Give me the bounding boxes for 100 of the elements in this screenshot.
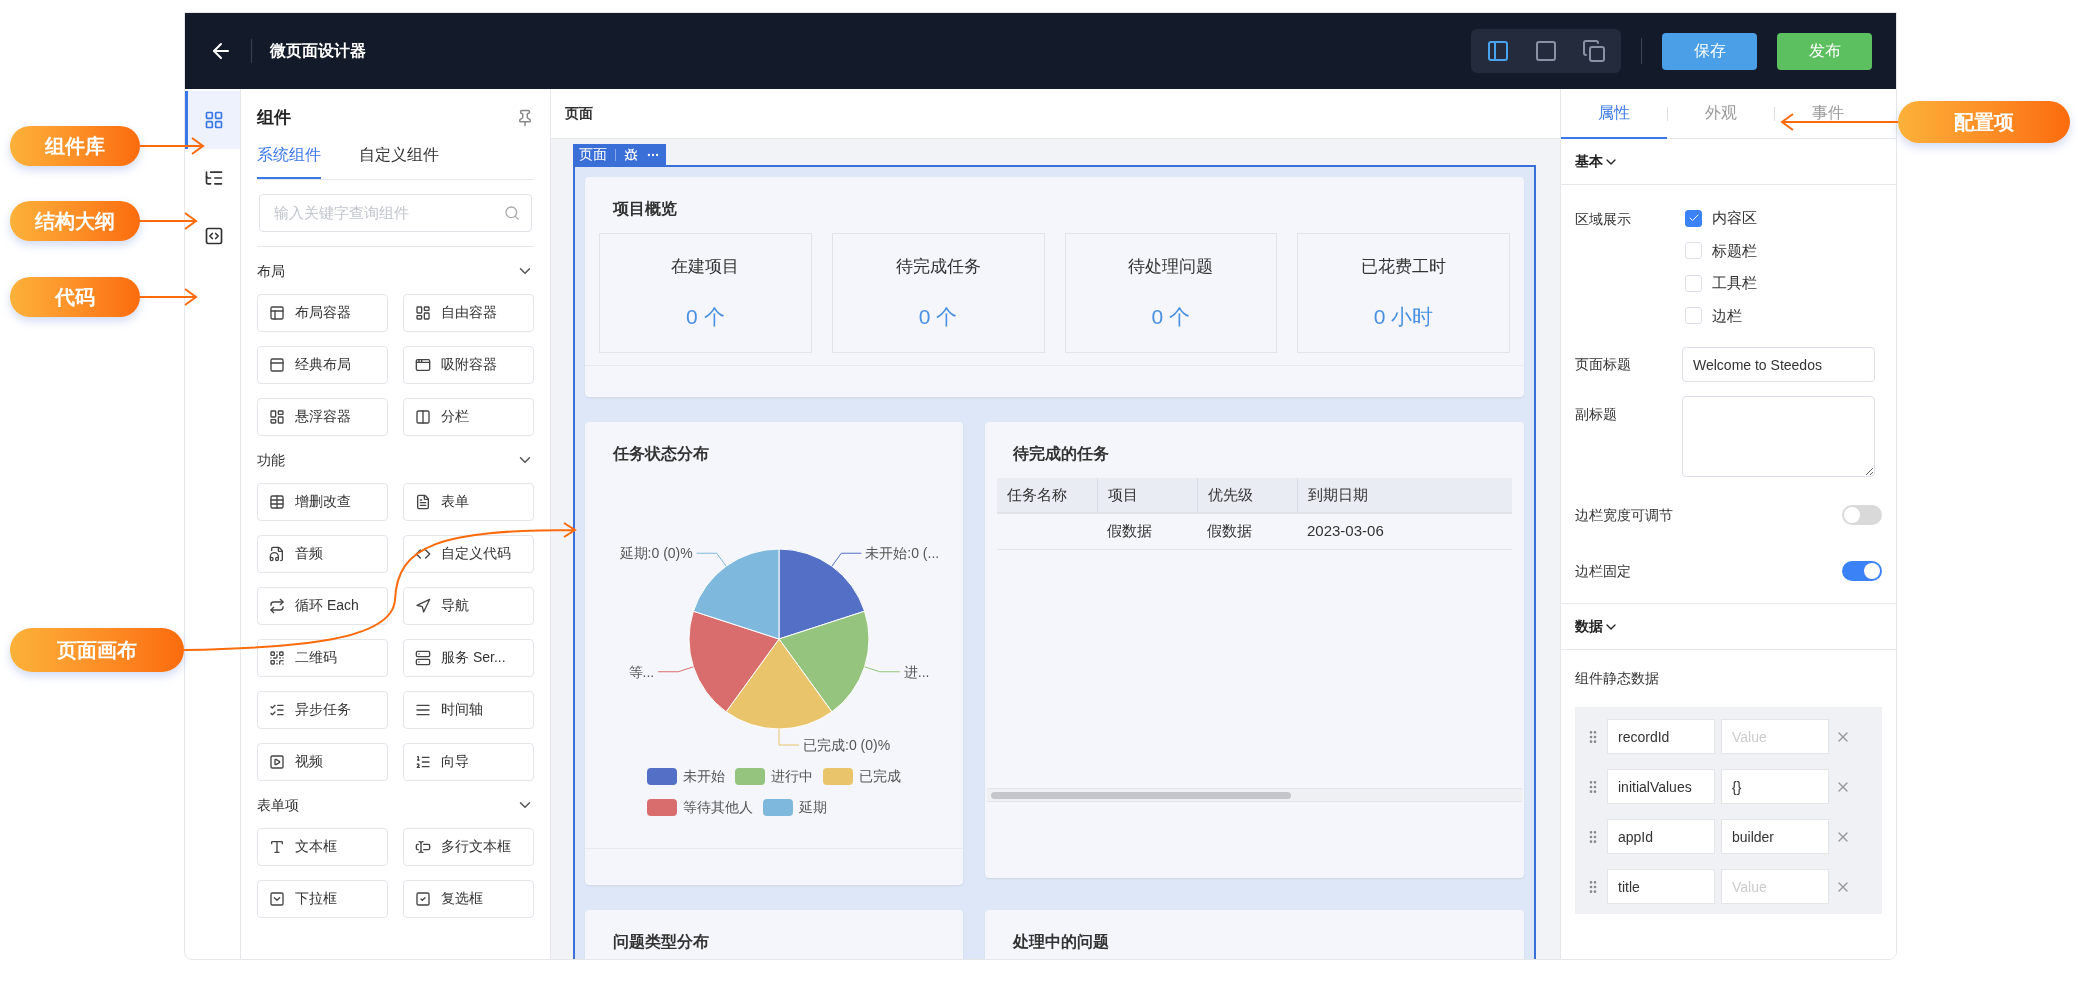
text-icon xyxy=(269,838,285,855)
card-title: 问题类型分布 xyxy=(613,933,709,950)
component-item[interactable]: 循环 Each xyxy=(257,586,388,625)
component-item[interactable]: 多行文本框 xyxy=(403,827,534,866)
field-label: 页面标题 xyxy=(1575,355,1632,374)
column-header: 到期日期 xyxy=(1297,478,1512,512)
pin-icon xyxy=(516,108,534,127)
slice-label: 等... xyxy=(628,663,655,680)
column-header: 任务名称 xyxy=(1006,484,1068,505)
window-title: 微页面设计器 xyxy=(270,41,366,61)
canvas-header: 页面 xyxy=(565,104,593,123)
stat-value: 0 小时 xyxy=(1373,304,1434,330)
property-tab[interactable]: 属性 xyxy=(1561,89,1667,139)
component-item[interactable]: 经典布局 xyxy=(257,345,388,384)
value-field[interactable]: {} xyxy=(1721,769,1829,804)
checkbox[interactable] xyxy=(1685,209,1702,227)
component-item[interactable]: 自由容器 xyxy=(403,293,534,332)
callout-label: 结构大纲 xyxy=(10,201,140,241)
loop-icon xyxy=(269,597,285,614)
code-icon xyxy=(204,226,224,246)
component-item[interactable]: 异步任务 xyxy=(257,690,388,729)
toggle-switch[interactable] xyxy=(1842,505,1882,525)
component-item[interactable]: 表单 xyxy=(403,482,534,521)
panel-title: 组件 xyxy=(257,107,291,129)
field-label: 边栏宽度可调节 xyxy=(1575,505,1673,525)
field-label: 边栏固定 xyxy=(1575,561,1631,581)
key-field[interactable]: recordId xyxy=(1607,719,1715,754)
component-item[interactable]: 复选框 xyxy=(403,879,534,918)
component-item[interactable]: 分栏 xyxy=(403,397,534,436)
card-title: 项目概览 xyxy=(613,200,677,217)
stat-label: 在建项目 xyxy=(671,255,740,278)
checkbox-icon xyxy=(415,890,431,907)
component-item[interactable]: 音频 xyxy=(257,534,388,573)
form-icon xyxy=(415,493,431,510)
legend-label: 延期 xyxy=(799,798,827,817)
pin-button[interactable] xyxy=(516,108,534,127)
key-field[interactable]: title xyxy=(1607,869,1715,904)
field-label: 区域展示 xyxy=(1575,210,1632,229)
field-label: 副标题 xyxy=(1575,405,1618,424)
leader-line xyxy=(831,552,862,567)
card-title: 处理中的问题 xyxy=(1013,933,1109,950)
panel-icon xyxy=(269,356,285,373)
navigation-icon xyxy=(415,597,431,614)
component-item[interactable]: 自定义代码 xyxy=(403,534,534,573)
stat-label: 已花费工时 xyxy=(1361,255,1447,278)
table-icon xyxy=(269,493,285,510)
search-icon xyxy=(504,204,520,221)
component-item[interactable]: 视频 xyxy=(257,742,388,781)
stat-value: 0 个 xyxy=(686,304,725,330)
checkbox-label: 边栏 xyxy=(1712,305,1742,326)
scrollbar[interactable] xyxy=(991,791,1291,799)
checkbox-label: 工具栏 xyxy=(1712,273,1757,293)
component-item[interactable]: 吸附容器 xyxy=(403,345,534,384)
card-title: 待完成的任务 xyxy=(1013,445,1109,462)
legend-label: 已完成 xyxy=(859,767,901,786)
toggle-switch[interactable] xyxy=(1842,561,1882,581)
component-item[interactable]: 增删改查 xyxy=(257,482,388,521)
text-field[interactable]: Welcome to Steedos xyxy=(1682,347,1875,382)
section-header[interactable]: 数据 xyxy=(1561,604,1896,650)
frame-tag-label: 页面 xyxy=(579,145,607,164)
component-item[interactable]: 布局容器 xyxy=(257,293,388,332)
legend-label: 进行中 xyxy=(771,767,813,786)
component-item[interactable]: 文本框 xyxy=(257,827,388,866)
component-item[interactable]: 服务 Ser... xyxy=(403,638,534,677)
slice-label: 未开始:0 (... xyxy=(865,545,940,562)
stat-label: 待完成任务 xyxy=(895,255,981,278)
section-title: 表单项 xyxy=(257,795,299,815)
panel-tab[interactable]: 自定义组件 xyxy=(359,142,439,179)
search-field[interactable]: 输入关键字查询组件 xyxy=(259,193,532,232)
textarea-field[interactable] xyxy=(1682,396,1875,477)
component-item[interactable]: 时间轴 xyxy=(403,690,534,729)
section-title: 布局 xyxy=(257,261,285,281)
leader-line xyxy=(657,666,694,673)
checkbox-label: 标题栏 xyxy=(1712,240,1757,261)
component-item[interactable]: 二维码 xyxy=(257,638,388,677)
slice-label: 已完成:0 (0)% xyxy=(803,737,891,753)
component-item[interactable]: 导航 xyxy=(403,586,534,625)
component-item[interactable]: 向导 xyxy=(403,742,534,781)
callout-arrow xyxy=(139,288,198,306)
panel-tab[interactable]: 系统组件 xyxy=(257,142,321,179)
column-header: 项目 xyxy=(1097,478,1197,512)
callout-label: 配置项 xyxy=(1898,101,2070,143)
component-item[interactable]: 悬浮容器 xyxy=(257,397,388,436)
layout-icon xyxy=(269,304,285,321)
dropdown-icon xyxy=(269,890,285,907)
leader-line xyxy=(778,728,800,746)
single-view-icon xyxy=(1534,39,1558,63)
callout-arrow xyxy=(139,137,205,155)
key-field[interactable]: appId xyxy=(1607,819,1715,854)
leader-line xyxy=(864,666,901,673)
card-title: 任务状态分布 xyxy=(613,445,709,462)
value-field[interactable]: builder xyxy=(1721,819,1829,854)
key-field[interactable]: initialValues xyxy=(1607,769,1715,804)
window-icon xyxy=(415,356,431,373)
outline-icon xyxy=(204,168,224,188)
blocks-icon xyxy=(269,408,285,425)
columns-icon xyxy=(415,408,431,425)
component-item[interactable]: 下拉框 xyxy=(257,879,388,918)
textarea-icon xyxy=(415,838,431,855)
section-header[interactable]: 基本 xyxy=(1561,139,1896,185)
